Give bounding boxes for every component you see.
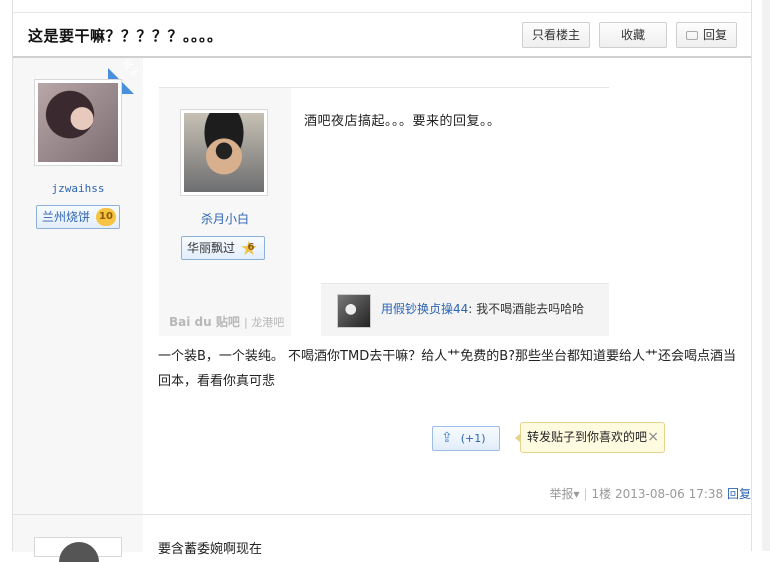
author-sidebar: 楼主 jzwaihss 兰州烧饼 10 (13, 58, 144, 514)
star-icon: ★ 6 (240, 236, 258, 260)
embedded-level-number: 6 (247, 242, 255, 253)
share-tip-text: 转发贴子到你喜欢的吧 (527, 430, 648, 444)
level-number: 10 (96, 208, 116, 226)
embedded-comment: 用假钞换贞操44: 我不喝酒能去吗哈哈 (321, 283, 609, 336)
close-icon[interactable]: × (647, 423, 659, 452)
comment-text: 用假钞换贞操44: 我不喝酒能去吗哈哈 (381, 300, 584, 317)
avatar-2[interactable] (34, 537, 122, 562)
page-frame: 这是要干嘛？？？？？。。。。 只看楼主 收藏 回复 楼主 jzwaihss 兰州… (12, 0, 752, 562)
reply-button-label: 回复 (702, 28, 727, 42)
badge-name: 兰州烧饼 (42, 210, 91, 224)
post-body: 一个装B，一个装纯。 不喝酒你TMD去干嘛？给人艹免费的B?那些坐台都知道要给人… (158, 349, 737, 389)
favorite-button[interactable]: 收藏 (599, 22, 667, 48)
floor-number: 1楼 (591, 487, 612, 501)
comment-user: 用假钞换贞操44 (381, 302, 469, 316)
share-tooltip: 转发贴子到你喜欢的吧 × (515, 422, 665, 453)
post-date: 2013-08-06 17:38 (615, 487, 724, 501)
share-count: (+1) (460, 432, 486, 445)
embedded-avatar (180, 109, 268, 196)
post-floor-2: 要含蓄委婉啊现在 (13, 514, 751, 562)
level-badge[interactable]: 兰州烧饼 10 (36, 205, 120, 229)
embedded-level-badge: 华丽飘过 ★ 6 (181, 236, 265, 260)
post-reply-link[interactable]: 回复 (727, 487, 751, 501)
report-link[interactable]: 举报▾ (549, 487, 579, 501)
comment-body: 我不喝酒能去吗哈哈 (476, 302, 585, 316)
speech-bubble-icon (685, 31, 698, 40)
scrollbar-track[interactable] (762, 0, 770, 551)
watermark-sub: | 龙港吧 (244, 316, 285, 329)
embedded-author-name: 杀月小白 (200, 212, 249, 226)
baidu-watermark: Bai du 贴吧 | 龙港吧 (169, 313, 284, 330)
embedded-author-sidebar: 杀月小白 华丽飘过 ★ 6 Bai du 贴吧 | 龙港吧 (159, 88, 291, 336)
report-label: 举报 (549, 487, 574, 501)
embedded-screenshot: 杀月小白 华丽飘过 ★ 6 Bai du 贴吧 | 龙港吧 酒吧夜店搞起。。。要来… (159, 87, 609, 336)
thread-title: 这是要干嘛？？？？？。。。。 (28, 27, 223, 45)
avatar[interactable] (34, 79, 122, 166)
embedded-badge-name: 华丽飘过 (187, 241, 236, 255)
reply-button[interactable]: 回复 (676, 22, 737, 48)
author-name[interactable]: jzwaihss (13, 182, 143, 195)
post-floor-1: 楼主 jzwaihss 兰州烧饼 10 杀月小白 华丽飘过 ★ 6 Bai du… (13, 58, 751, 514)
comment-sep: : (468, 302, 477, 316)
share-button[interactable]: ⇪ (+1) (432, 426, 500, 451)
embedded-text: 酒吧夜店搞起。。。要来的回复。。 (304, 114, 501, 129)
thread-header: 这是要干嘛？？？？？。。。。 只看楼主 收藏 回复 (13, 12, 751, 58)
post-meta: 举报▾ | 1楼 2013-08-06 17:38 回复 (549, 487, 751, 501)
post-body-2: 要含蓄委婉啊现在 (158, 542, 263, 557)
author-sidebar-2 (13, 515, 143, 562)
watermark-logo: Bai du 贴吧 (169, 315, 240, 329)
share-arrow-icon: ⇪ (441, 430, 453, 446)
comment-avatar (337, 294, 371, 328)
triangle-down-icon: ▾ (573, 487, 580, 501)
op-tag: 楼主 (119, 58, 142, 80)
only-op-button[interactable]: 只看楼主 (522, 22, 590, 48)
